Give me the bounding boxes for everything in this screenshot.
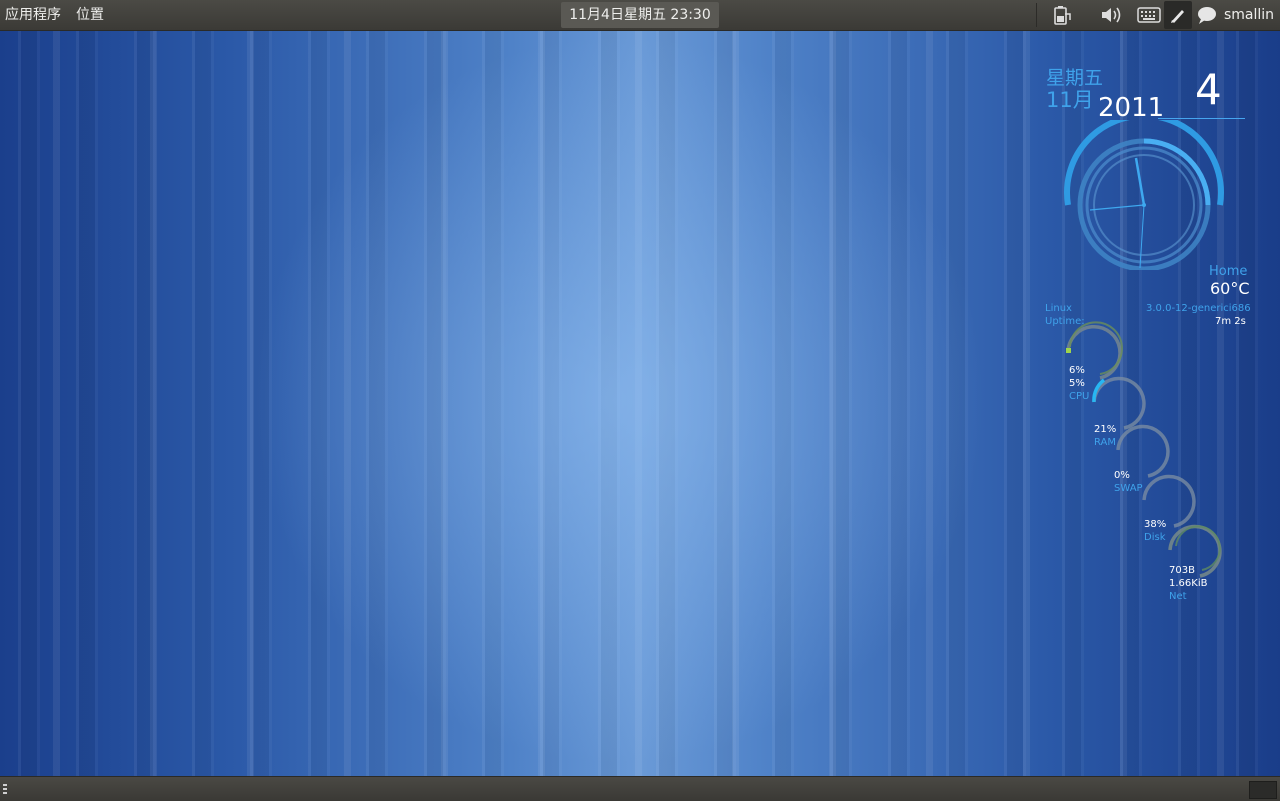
pen-icon[interactable] bbox=[1164, 1, 1192, 29]
disk-value: 38% bbox=[1144, 519, 1167, 530]
second-hand bbox=[1139, 204, 1145, 269]
month-label: 11月 bbox=[1046, 88, 1094, 112]
analog-clock bbox=[1064, 120, 1224, 270]
net-value-1: 703B bbox=[1169, 565, 1195, 576]
cpu-value-2: 5% bbox=[1069, 378, 1085, 389]
top-panel: 应用程序 位置 11月4日星期五 23:30 smallin bbox=[0, 0, 1280, 31]
swap-gauge bbox=[1116, 424, 1170, 478]
ram-label: RAM bbox=[1094, 437, 1117, 448]
conky-widget: 星期五 11月 2011 4 Home 60°C Linux Uptime: 3… bbox=[1040, 55, 1280, 615]
minute-hand bbox=[1089, 204, 1145, 211]
workspace-switcher[interactable] bbox=[1249, 781, 1277, 799]
date-underline bbox=[1158, 118, 1245, 119]
user-menu[interactable]: smallin bbox=[1196, 0, 1280, 30]
hour-hand bbox=[1134, 157, 1146, 206]
day-number: 4 bbox=[1195, 65, 1222, 114]
resource-gauges bbox=[1066, 321, 1222, 578]
net-label: Net bbox=[1169, 591, 1187, 602]
temperature-location-label: Home bbox=[1209, 264, 1248, 279]
applications-menu[interactable]: 应用程序 bbox=[0, 0, 66, 30]
clock-applet[interactable]: 11月4日星期五 23:30 bbox=[561, 2, 719, 28]
user-name: smallin bbox=[1224, 7, 1275, 23]
os-label: Linux bbox=[1045, 303, 1072, 314]
places-menu[interactable]: 位置 bbox=[71, 0, 109, 30]
battery-icon[interactable] bbox=[1043, 0, 1079, 30]
kernel-version: 3.0.0-12-generici686 bbox=[1146, 303, 1251, 314]
panel-separator bbox=[1036, 3, 1037, 27]
keyboard-icon[interactable] bbox=[1131, 0, 1167, 30]
disk-label: Disk bbox=[1144, 532, 1166, 543]
temperature-value: 60°C bbox=[1210, 279, 1250, 298]
swap-value: 0% bbox=[1114, 470, 1130, 481]
ram-value: 21% bbox=[1094, 424, 1117, 435]
cpu-value-1: 6% bbox=[1069, 365, 1085, 376]
year-label: 2011 bbox=[1098, 93, 1165, 123]
cpu-label: CPU bbox=[1069, 391, 1090, 402]
ram-gauge bbox=[1092, 376, 1146, 430]
volume-icon[interactable] bbox=[1094, 0, 1130, 30]
net-value-2: 1.66KiB bbox=[1169, 578, 1208, 589]
chat-bubble-icon bbox=[1198, 7, 1216, 24]
panel-handle[interactable] bbox=[3, 784, 7, 794]
swap-label: SWAP bbox=[1114, 483, 1143, 494]
bottom-panel bbox=[0, 776, 1280, 801]
